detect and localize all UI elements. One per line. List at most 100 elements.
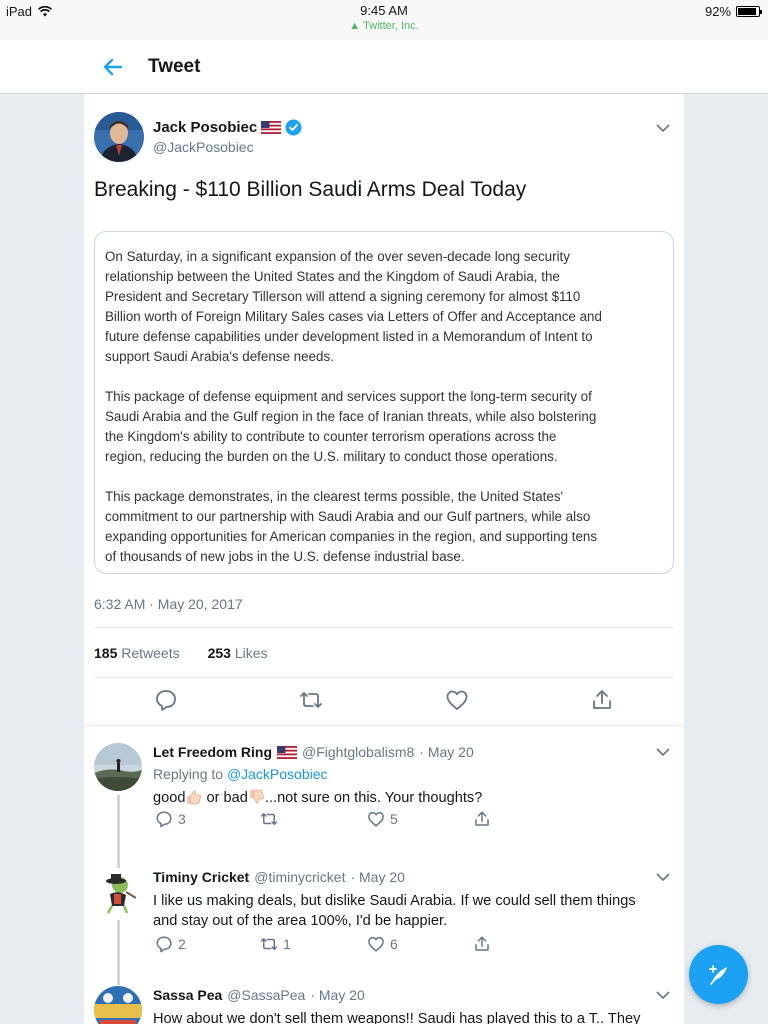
reply-actions: 2 1 6	[153, 935, 513, 955]
card-line: This package demonstrates, in the cleare…	[105, 489, 564, 504]
card-line: Saudi Arabia and the Gulf region in the …	[105, 409, 597, 424]
nav-bar: Tweet	[0, 40, 768, 94]
card-line: region, reducing the burden on the U.S. …	[105, 449, 558, 464]
divider	[94, 627, 674, 628]
reply-author-name[interactable]: Let Freedom Ring	[153, 744, 272, 760]
avatar[interactable]	[94, 868, 142, 916]
reply-author-handle[interactable]: @timinycricket	[254, 869, 345, 885]
reply-author-handle[interactable]: @Fightglobalism8	[302, 744, 414, 760]
like-heart-icon	[368, 811, 384, 827]
status-bar: iPad 9:45 AM ▲ Twitter, Inc. 92%	[0, 0, 768, 40]
chevron-down-icon[interactable]	[656, 123, 670, 133]
like-count: 6	[390, 936, 398, 952]
reply-icon	[156, 811, 172, 828]
reply-author-name[interactable]: Timiny Cricket	[153, 869, 249, 885]
us-flag-icon	[261, 121, 282, 134]
tweet-text: Breaking - $110 Billion Saudi Arms Deal …	[94, 178, 527, 201]
tweet-timestamp: 6:32 AM · May 20, 2017	[94, 596, 243, 612]
like-button[interactable]: 6	[367, 935, 398, 953]
app-label: Twitter, Inc.	[363, 20, 419, 32]
quoted-statement-card[interactable]: On Saturday, in a significant expansion …	[94, 231, 674, 574]
card-line: the Kingdom's ability to contribute to c…	[105, 429, 557, 444]
reply-button[interactable]: 2	[155, 935, 186, 953]
card-line: relationship between the United States a…	[105, 269, 560, 284]
share-icon	[475, 811, 489, 826]
reply-icon	[156, 936, 172, 953]
card-line: Billion worth of Foreign Military Sales …	[105, 309, 602, 324]
lock-icon: ▲	[349, 20, 361, 32]
like-heart-icon	[368, 936, 384, 952]
card-line: future defense capabilities under develo…	[105, 329, 593, 344]
us-flag-icon	[277, 745, 298, 759]
thumbs-up-emoji-icon	[187, 790, 202, 805]
like-button[interactable]: 5	[367, 810, 398, 828]
thread-line	[117, 982, 120, 985]
battery-icon	[736, 6, 762, 17]
card-line: support Saudi Arabia's defense needs.	[105, 349, 334, 364]
card-line: expanding opportunities for American com…	[105, 529, 598, 544]
share-icon[interactable]	[590, 688, 614, 712]
like-count: 5	[390, 811, 398, 827]
retweets-stat[interactable]: 185 Retweets	[94, 645, 180, 661]
avatar[interactable]	[94, 743, 142, 791]
retweet-button[interactable]: 1	[260, 935, 291, 953]
thread-line	[117, 920, 120, 982]
divider	[94, 677, 674, 678]
retweet-icon[interactable]	[299, 688, 323, 712]
reply-date: · May 20	[419, 744, 474, 760]
reply-tweet[interactable]: Let Freedom Ring @Fightglobalism8 · May …	[84, 727, 684, 862]
retweet-icon	[260, 813, 278, 825]
likes-stat[interactable]: 253 Likes	[208, 645, 268, 661]
retweet-count: 1	[283, 936, 291, 952]
replying-to: Replying to @JackPosobiec	[153, 766, 328, 782]
card-paragraph: This package demonstrates, in the cleare…	[105, 487, 663, 567]
retweet-icon	[260, 938, 278, 950]
reply-icon[interactable]	[154, 688, 178, 712]
reply-count: 2	[178, 936, 186, 952]
reply-count: 3	[178, 811, 186, 827]
page-title: Tweet	[148, 56, 201, 77]
avatar[interactable]	[94, 112, 144, 162]
tweet-column: Jack Posobiec @JackPosobiec Breaking - $…	[84, 94, 684, 1024]
tweet-actions	[84, 688, 684, 714]
avatar[interactable]	[94, 986, 142, 1024]
card-line: On Saturday, in a significant expansion …	[105, 249, 570, 264]
thread-line	[117, 795, 120, 862]
author-name[interactable]: Jack Posobiec	[153, 119, 257, 136]
reply-date: · May 20	[350, 869, 405, 885]
clock: 9:45 AM	[360, 3, 408, 18]
share-icon	[475, 936, 489, 951]
like-heart-icon[interactable]	[445, 688, 469, 712]
compose-tweet-button[interactable]	[689, 945, 748, 1004]
reply-text: I like us making deals, but dislike Saud…	[153, 893, 636, 929]
chevron-down-icon[interactable]	[656, 990, 670, 1000]
retweet-button[interactable]	[260, 810, 283, 828]
mention-link[interactable]: @JackPosobiec	[227, 766, 328, 782]
thumbs-down-emoji-icon	[249, 789, 264, 804]
share-button[interactable]	[473, 935, 491, 953]
chevron-down-icon[interactable]	[656, 747, 670, 757]
author-handle[interactable]: @JackPosobiec	[153, 139, 254, 155]
reply-date: · May 20	[310, 987, 365, 1003]
reply-tweet[interactable]: Sassa Pea @SassaPea · May 20 How about w…	[84, 982, 684, 1024]
card-line: commitment to our partnership with Saudi…	[105, 509, 591, 524]
chevron-down-icon[interactable]	[656, 872, 670, 882]
share-button[interactable]	[473, 810, 491, 828]
main-tweet: Jack Posobiec @JackPosobiec Breaking - $…	[84, 94, 684, 726]
card-line: of thousands of new jobs in the U.S. def…	[105, 549, 465, 564]
reply-actions: 3 5	[153, 810, 513, 830]
back-arrow-icon[interactable]	[100, 54, 126, 80]
reply-author-name[interactable]: Sassa Pea	[153, 987, 222, 1003]
compose-feather-icon	[709, 965, 727, 985]
engagement-stats: 185 Retweets 253 Likes	[94, 645, 268, 661]
verified-badge-icon	[285, 119, 302, 136]
battery-percent: 92%	[704, 4, 731, 19]
reply-text: How about we don't sell them weapons!! S…	[153, 1011, 641, 1024]
card-line: President and Secretary Tillerson will a…	[105, 289, 581, 304]
card-line: This package of defense equipment and se…	[105, 389, 592, 404]
card-paragraph: This package of defense equipment and se…	[105, 387, 663, 467]
reply-tweet[interactable]: Timiny Cricket @timinycricket · May 20 I…	[84, 862, 684, 982]
reply-author-handle[interactable]: @SassaPea	[227, 987, 305, 1003]
card-paragraph: On Saturday, in a significant expansion …	[105, 247, 663, 367]
reply-button[interactable]: 3	[155, 810, 186, 828]
